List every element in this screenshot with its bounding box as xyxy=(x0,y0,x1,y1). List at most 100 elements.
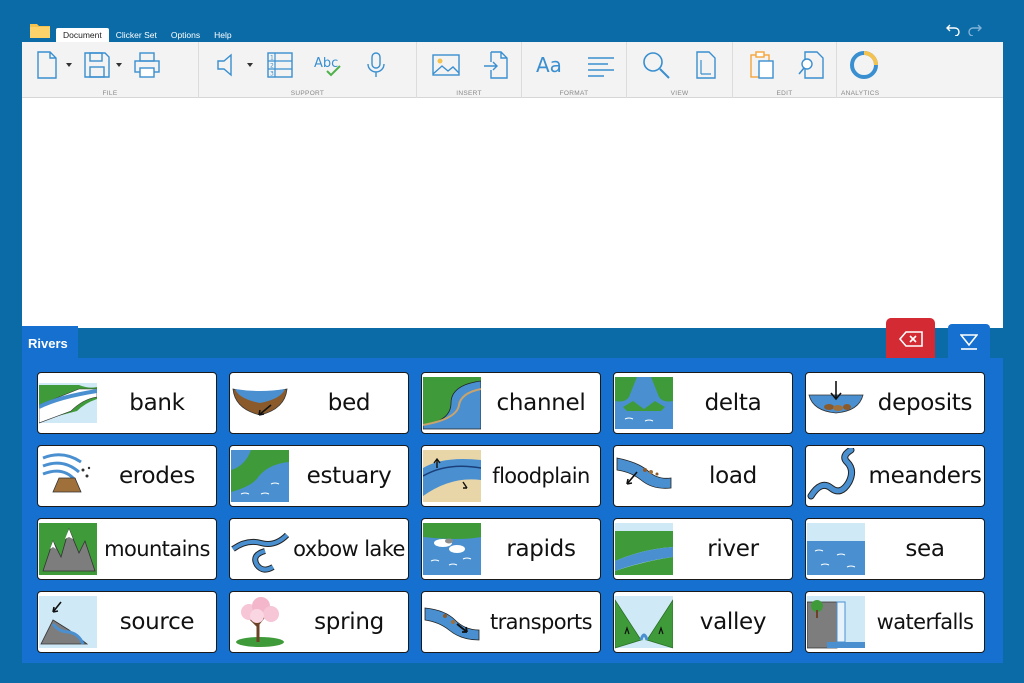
cell-oxbow-lake[interactable]: oxbow lake xyxy=(229,518,409,580)
menu-tab-help[interactable]: Help xyxy=(207,28,238,42)
save-icon xyxy=(84,52,110,78)
cell-word: bed xyxy=(327,390,371,416)
clicker-set-tab[interactable]: Rivers xyxy=(22,326,78,360)
cell-word: source xyxy=(119,609,195,635)
insert-picture-button[interactable] xyxy=(429,48,463,82)
chevron-down-icon xyxy=(116,63,122,67)
cell-source[interactable]: source xyxy=(37,591,217,653)
menu-tab-options[interactable]: Options xyxy=(164,28,207,42)
cell-floodplain[interactable]: floodplain xyxy=(421,445,601,507)
cell-mountains[interactable]: mountains xyxy=(37,518,217,580)
new-document-icon xyxy=(37,51,57,79)
ribbon-label-insert: INSERT xyxy=(456,90,482,97)
meanders-picture xyxy=(807,448,856,500)
collapse-grid-button[interactable] xyxy=(948,324,990,360)
cell-word: mountains xyxy=(104,537,210,561)
cell-transports[interactable]: transports xyxy=(421,591,601,653)
cell-word: river xyxy=(707,536,759,562)
svg-text:Abc: Abc xyxy=(314,56,338,71)
mountains-picture xyxy=(39,523,97,575)
cell-sea[interactable]: sea xyxy=(805,518,985,580)
cell-spring[interactable]: spring xyxy=(229,591,409,653)
new-document-dropdown[interactable] xyxy=(64,48,74,82)
menu-tab-document[interactable]: Document xyxy=(56,28,109,42)
pie-chart-icon xyxy=(850,51,878,79)
backspace-icon xyxy=(898,331,923,347)
collapse-down-icon xyxy=(960,334,978,350)
folder-icon[interactable] xyxy=(30,22,50,38)
cell-river[interactable]: river xyxy=(613,518,793,580)
cell-meanders[interactable]: meanders xyxy=(805,445,985,507)
channel-picture xyxy=(423,377,481,430)
speech-button[interactable] xyxy=(211,48,245,82)
rapids-picture xyxy=(423,523,481,575)
ribbon-group-insert: INSERT xyxy=(417,42,522,98)
spell-check-icon: Abc xyxy=(314,56,341,77)
voice-notes-button[interactable] xyxy=(359,48,393,82)
cell-word: transports xyxy=(490,610,593,634)
ribbon-toolbar: FILE 123 Abc SUPPORT INSERT Aa FORMAT VI… xyxy=(22,42,1003,98)
svg-text:Aa: Aa xyxy=(536,53,562,77)
cell-bank[interactable]: bank xyxy=(37,372,217,434)
analytics-button[interactable] xyxy=(847,48,881,82)
cell-load[interactable]: load xyxy=(613,445,793,507)
waterfalls-picture xyxy=(807,596,865,649)
svg-text:1: 1 xyxy=(270,55,274,62)
cell-word: delta xyxy=(704,390,762,416)
cell-word: bank xyxy=(129,390,185,416)
paste-button[interactable] xyxy=(745,48,779,82)
cell-rapids[interactable]: rapids xyxy=(421,518,601,580)
cell-estuary[interactable]: estuary xyxy=(229,445,409,507)
oxbow-lake-picture xyxy=(231,532,289,573)
cell-waterfalls[interactable]: waterfalls xyxy=(805,591,985,653)
load-picture xyxy=(616,457,672,489)
ribbon-label-support: SUPPORT xyxy=(290,90,325,97)
paragraph-button[interactable] xyxy=(584,48,618,82)
clipboard-icon xyxy=(750,51,774,79)
cell-word: sea xyxy=(905,536,945,562)
delete-button[interactable] xyxy=(886,318,935,360)
microphone-icon xyxy=(367,52,385,77)
cell-channel[interactable]: channel xyxy=(421,372,601,434)
cell-word: erodes xyxy=(118,463,196,489)
cell-word: spring xyxy=(314,609,384,635)
save-dropdown[interactable] xyxy=(114,48,124,82)
cell-word: valley xyxy=(699,609,767,635)
cell-bed[interactable]: bed xyxy=(229,372,409,434)
zoom-button[interactable] xyxy=(639,48,673,82)
new-document-button[interactable] xyxy=(30,48,64,82)
svg-text:2: 2 xyxy=(270,63,274,70)
cell-erodes[interactable]: erodes xyxy=(37,445,217,507)
ribbon-label-edit: EDIT xyxy=(776,90,793,97)
save-button[interactable] xyxy=(80,48,114,82)
speech-dropdown[interactable] xyxy=(245,48,255,82)
ribbon-label-format: FORMAT xyxy=(559,90,589,97)
speaker-icon xyxy=(217,53,232,77)
cell-delta[interactable]: delta xyxy=(613,372,793,434)
cell-word: estuary xyxy=(306,463,392,489)
font-button[interactable]: Aa xyxy=(534,48,568,82)
undo-icon[interactable] xyxy=(946,22,960,36)
cell-word: load xyxy=(709,463,757,489)
undo-redo xyxy=(946,22,982,36)
document-area[interactable] xyxy=(22,98,1003,328)
insert-file-button[interactable] xyxy=(479,48,513,82)
word-list-button[interactable]: 123 xyxy=(263,48,297,82)
redo-icon[interactable] xyxy=(968,22,982,36)
estuary-picture xyxy=(231,450,289,502)
ribbon-label-analytics: ANALYTICS xyxy=(841,90,880,97)
ribbon-group-format: Aa FORMAT xyxy=(522,42,627,98)
find-button[interactable] xyxy=(795,48,829,82)
ribbon-group-edit: EDIT xyxy=(733,42,837,98)
cell-valley[interactable]: valley xyxy=(613,591,793,653)
spell-check-button[interactable]: Abc xyxy=(311,48,345,82)
print-button[interactable] xyxy=(130,48,164,82)
ribbon-group-view: VIEW xyxy=(627,42,733,98)
chevron-down-icon xyxy=(66,63,72,67)
ribbon-group-file: FILE xyxy=(22,42,199,98)
chevron-down-icon xyxy=(247,63,253,67)
cell-deposits[interactable]: deposits xyxy=(805,372,985,434)
page-size-button[interactable] xyxy=(689,48,723,82)
source-picture xyxy=(39,596,97,648)
menu-tab-clicker-set[interactable]: Clicker Set xyxy=(109,28,164,42)
